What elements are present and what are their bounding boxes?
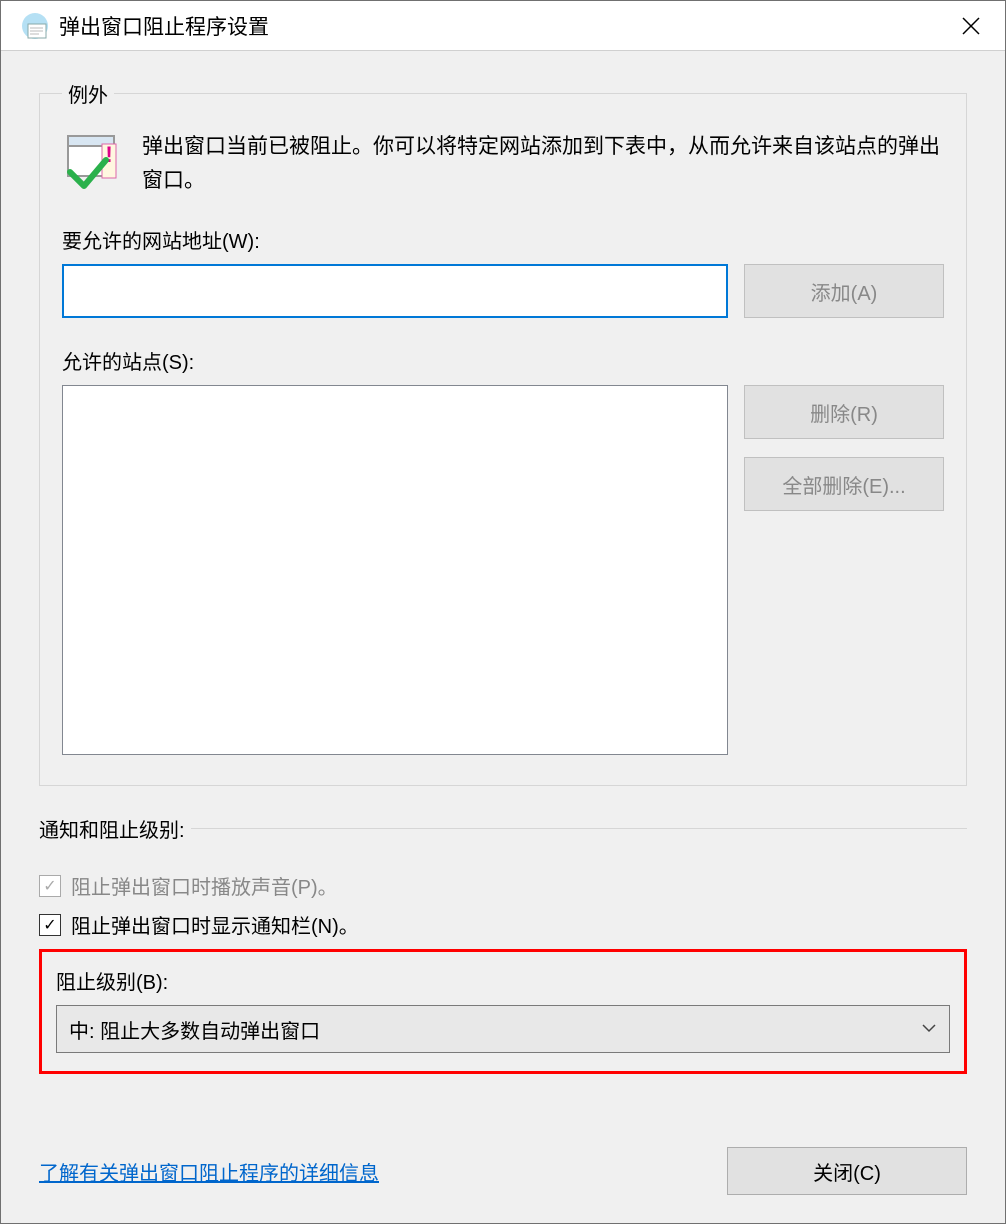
checkbox-icon: ✓ xyxy=(39,875,61,897)
remove-all-button[interactable]: 全部删除(E)... xyxy=(744,457,944,511)
allowed-sites-listbox[interactable] xyxy=(62,385,728,755)
chevron-down-icon xyxy=(921,1020,937,1038)
blocking-level-select[interactable]: 中: 阻止大多数自动弹出窗口 xyxy=(56,1005,950,1053)
notifications-group: 通知和阻止级别: ✓ 阻止弹出窗口时播放声音(P)。 ✓ 阻止弹出窗口时显示通知… xyxy=(39,814,967,1074)
close-icon[interactable] xyxy=(941,2,1001,50)
blocking-level-highlight: 阻止级别(B): 中: 阻止大多数自动弹出窗口 xyxy=(39,949,967,1074)
document-check-icon: ! xyxy=(62,130,122,190)
blocking-level-label: 阻止级别(B): xyxy=(56,966,950,995)
info-text: 弹出窗口当前已被阻止。你可以将特定网站添加到下表中，从而允许来自该站点的弹出窗口… xyxy=(142,130,944,197)
remove-button[interactable]: 删除(R) xyxy=(744,385,944,439)
dialog-content: 例外 ! 弹出窗口当前已被阻止。你可以将特定网站添加到下表中，从而允许来自该站点… xyxy=(1,51,1005,1127)
dialog-title: 弹出窗口阻止程序设置 xyxy=(59,11,941,41)
popup-blocker-settings-dialog: 弹出窗口阻止程序设置 例外 ! 弹出窗口当前已被阻止。你可以将特定网站添加到下表… xyxy=(0,0,1006,1224)
exceptions-legend: 例外 xyxy=(62,79,114,108)
address-input[interactable] xyxy=(62,264,728,318)
allowed-sites-row: 删除(R) 全部删除(E)... xyxy=(62,385,944,755)
app-icon xyxy=(21,12,49,40)
play-sound-label: 阻止弹出窗口时播放声音(P)。 xyxy=(71,871,338,900)
notifications-legend: 通知和阻止级别: xyxy=(39,814,191,843)
dialog-footer: 了解有关弹出窗口阻止程序的详细信息 关闭(C) xyxy=(1,1127,1005,1223)
list-buttons-column: 删除(R) 全部删除(E)... xyxy=(744,385,944,755)
add-button[interactable]: 添加(A) xyxy=(744,264,944,318)
show-notification-bar-checkbox-row[interactable]: ✓ 阻止弹出窗口时显示通知栏(N)。 xyxy=(39,910,967,939)
address-label: 要允许的网站地址(W): xyxy=(62,225,944,254)
address-input-row: 添加(A) xyxy=(62,264,944,318)
checkbox-icon: ✓ xyxy=(39,914,61,936)
learn-more-link[interactable]: 了解有关弹出窗口阻止程序的详细信息 xyxy=(39,1157,379,1186)
play-sound-checkbox-row[interactable]: ✓ 阻止弹出窗口时播放声音(P)。 xyxy=(39,871,967,900)
exceptions-group: 例外 ! 弹出窗口当前已被阻止。你可以将特定网站添加到下表中，从而允许来自该站点… xyxy=(39,79,967,786)
allowed-sites-label: 允许的站点(S): xyxy=(62,346,944,375)
close-button[interactable]: 关闭(C) xyxy=(727,1147,967,1195)
blocking-level-value: 中: 阻止大多数自动弹出窗口 xyxy=(69,1015,320,1044)
show-bar-label: 阻止弹出窗口时显示通知栏(N)。 xyxy=(71,910,359,939)
info-row: ! 弹出窗口当前已被阻止。你可以将特定网站添加到下表中，从而允许来自该站点的弹出… xyxy=(62,130,944,197)
titlebar: 弹出窗口阻止程序设置 xyxy=(1,1,1005,51)
